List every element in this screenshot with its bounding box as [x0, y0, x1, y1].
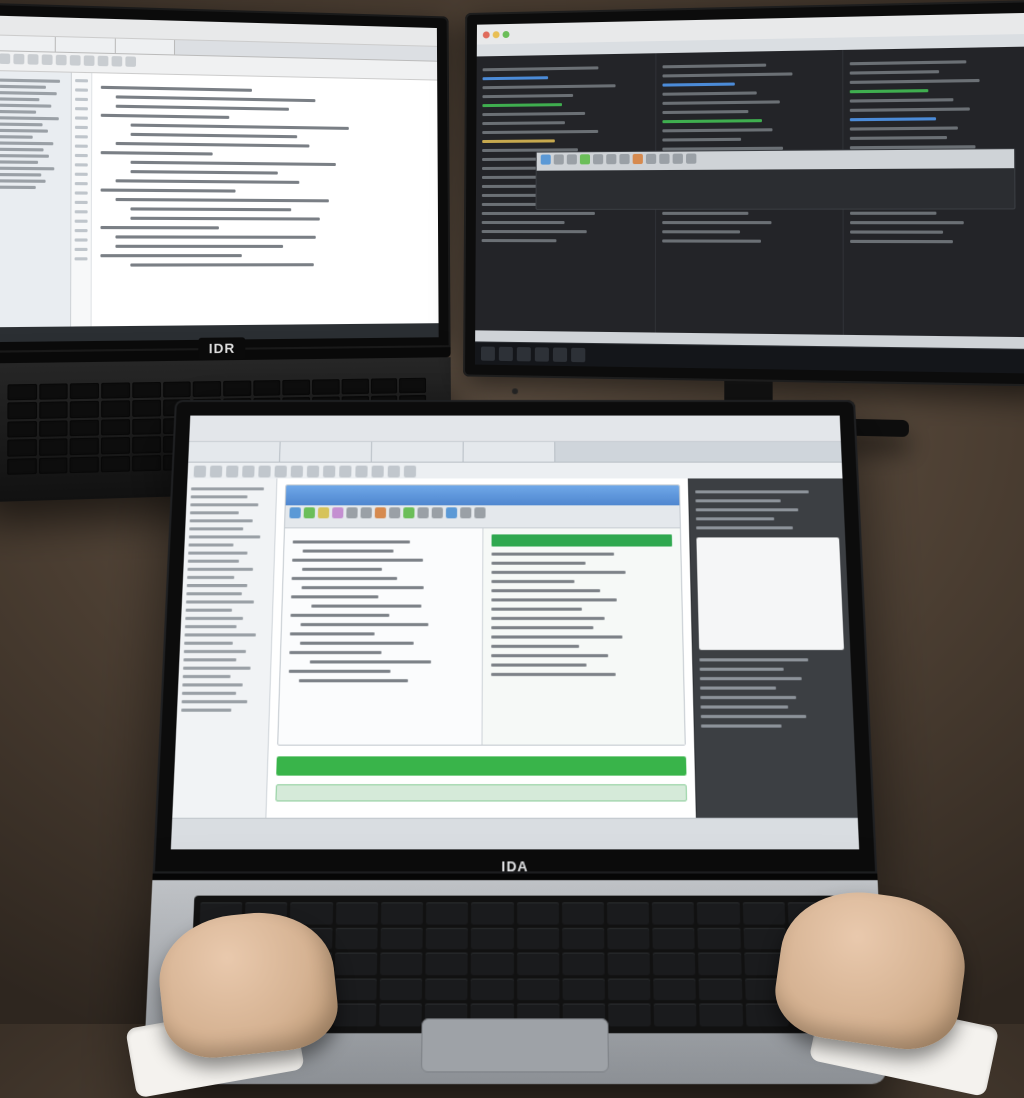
editor-tabs — [188, 442, 842, 463]
taskbar-icon — [535, 347, 549, 361]
floating-toolbar-window — [536, 148, 1016, 210]
inner-window-toolbar — [285, 505, 680, 528]
screen-bezel — [153, 400, 878, 874]
screen-bezel — [463, 0, 1024, 387]
file-tree-sidebar — [172, 478, 277, 818]
inner-left-pane — [278, 528, 483, 745]
green-header-bar — [491, 534, 672, 546]
taskbar-icon — [517, 347, 531, 361]
line-number-gutter — [71, 73, 92, 334]
screen-content-dark-ide — [475, 13, 1024, 374]
dark-side-panel — [688, 478, 858, 818]
green-progress-bar — [275, 784, 687, 801]
trackpad — [421, 1018, 609, 1072]
brand-label: IDA — [501, 858, 528, 874]
floating-toolbar — [537, 149, 1015, 171]
taskbar-icon — [499, 347, 513, 361]
status-bar — [171, 818, 859, 850]
screen-bezel — [0, 3, 451, 353]
taskbar-icon — [553, 348, 567, 362]
window-titlebar — [189, 416, 841, 442]
code-area — [92, 73, 439, 334]
main-editor-area — [266, 478, 696, 818]
monitor-back-right — [463, 0, 1024, 440]
green-status-bar — [276, 756, 686, 775]
screen-content-light-editor — [0, 16, 439, 342]
window-controls — [483, 25, 513, 44]
inner-right-pane — [482, 528, 685, 745]
inner-window-titlebar-blue — [286, 485, 680, 505]
webcam-icon — [512, 388, 518, 394]
brand-label: IDR — [198, 337, 245, 359]
taskbar-icon — [481, 347, 495, 361]
preview-area — [696, 537, 844, 650]
inner-app-window — [277, 484, 686, 745]
taskbar-icon — [571, 348, 585, 362]
file-tree-sidebar — [0, 71, 72, 335]
screen-content-ide — [171, 416, 859, 850]
